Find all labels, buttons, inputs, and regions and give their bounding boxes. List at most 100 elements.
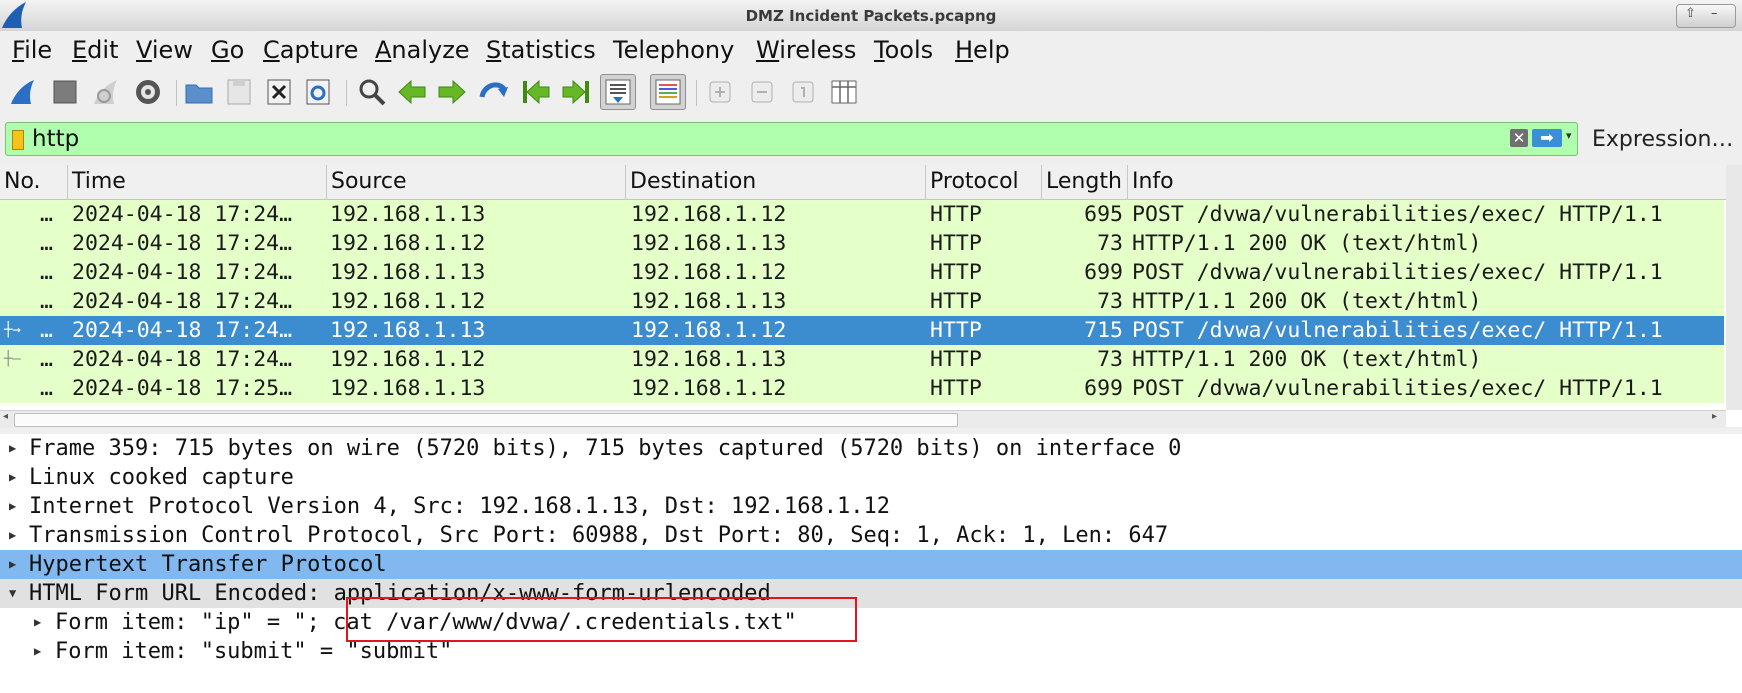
colorize-icon[interactable] — [650, 74, 686, 110]
last-packet-icon[interactable] — [558, 74, 594, 110]
column-header-length[interactable]: Length — [1042, 165, 1128, 199]
resize-columns-icon[interactable] — [826, 74, 862, 110]
collapse-arrow-icon[interactable]: ▼ — [9, 579, 16, 608]
packet-list-vertical-scrollbar[interactable] — [1726, 165, 1742, 410]
cell-source: 192.168.1.12 — [330, 231, 486, 256]
clear-filter-icon[interactable]: ✕ — [1510, 129, 1528, 147]
go-forward-icon[interactable] — [434, 74, 470, 110]
packet-row[interactable]: … 2024-04-18 17:24… 192.168.1.13 192.168.1.… — [0, 200, 1724, 229]
save-file-icon[interactable] — [221, 74, 257, 110]
normal-size-icon[interactable] — [785, 74, 821, 110]
packet-details-tree: ▶ Frame 359: 715 bytes on wire (5720 bits… — [0, 434, 1742, 693]
detail-item[interactable]: ▶ Transmission Control Protocol, Src Port… — [0, 521, 1742, 550]
cell-length: 715 — [1084, 318, 1123, 343]
menu-help[interactable]: Help — [955, 36, 1010, 64]
column-header-source[interactable]: Source — [327, 165, 626, 199]
capture-options-icon[interactable] — [130, 74, 166, 110]
request-marker-icon: ┼→ — [4, 322, 21, 338]
expand-arrow-icon[interactable]: ▶ — [9, 521, 16, 550]
first-packet-icon[interactable] — [518, 74, 554, 110]
expand-arrow-icon[interactable]: ▶ — [34, 637, 41, 666]
cell-source: 192.168.1.12 — [330, 289, 486, 314]
detail-item[interactable]: ▶ Hypertext Transfer Protocol — [0, 550, 1742, 579]
menu-statistics[interactable]: Statistics — [486, 36, 596, 64]
menu-view[interactable]: View — [136, 36, 193, 64]
auto-scroll-icon[interactable] — [600, 74, 636, 110]
packet-list-horizontal-scrollbar[interactable]: ◂ ▸ — [0, 410, 1726, 428]
open-file-icon[interactable] — [181, 74, 217, 110]
filter-text[interactable]: http — [32, 126, 79, 152]
packet-list: No. Time Source Destination Protocol Len… — [0, 165, 1742, 428]
column-header-time[interactable]: Time — [68, 165, 327, 199]
cell-protocol: HTTP — [930, 289, 982, 314]
go-back-icon[interactable] — [394, 74, 430, 110]
display-filter-input[interactable]: http ✕ ➡ ▾ — [5, 122, 1578, 156]
maximize-icon[interactable]: ⇧ — [1685, 6, 1696, 21]
cell-destination: 192.168.1.13 — [631, 289, 787, 314]
detail-subitem[interactable]: ▶ Form item: "submit" = "submit" — [0, 637, 1742, 666]
detail-item[interactable]: ▶ Internet Protocol Version 4, Src: 192.1… — [0, 492, 1742, 521]
menu-go[interactable]: Go — [211, 36, 244, 64]
menu-capture[interactable]: Capture — [263, 36, 358, 64]
packet-row[interactable]: … 2024-04-18 17:24… 192.168.1.12 192.168.1.… — [0, 345, 1724, 374]
cell-length: 73 — [1097, 289, 1123, 314]
menu-analyze[interactable]: Analyze — [375, 36, 470, 64]
detail-subitem[interactable]: ▶ Form item: "ip" = "; cat /var/www/dvwa/… — [0, 608, 1742, 637]
cell-time: 2024-04-18 17:24… — [72, 202, 293, 227]
detail-item[interactable]: ▶ Linux cooked capture — [0, 463, 1742, 492]
menu-telephony[interactable]: Telephony — [613, 36, 734, 64]
menu-edit[interactable]: Edit — [72, 36, 118, 64]
find-packet-icon[interactable] — [354, 74, 390, 110]
menu-tools[interactable]: Tools — [874, 36, 933, 64]
packet-row-selected[interactable]: … 2024-04-18 17:24… 192.168.1.13 192.168.1.… — [0, 316, 1724, 345]
column-header-destination[interactable]: Destination — [626, 165, 926, 199]
cell-protocol: HTTP — [930, 318, 982, 343]
column-header-no[interactable]: No. — [0, 165, 68, 199]
start-capture-icon[interactable] — [5, 74, 41, 110]
zoom-out-icon[interactable] — [744, 74, 780, 110]
filter-history-chevron-down-icon[interactable]: ▾ — [1566, 129, 1572, 142]
menu-file[interactable]: File — [12, 36, 52, 64]
expand-arrow-icon[interactable]: ▶ — [9, 434, 16, 463]
cell-destination: 192.168.1.12 — [631, 260, 787, 285]
cell-protocol: HTTP — [930, 376, 982, 401]
apply-filter-icon[interactable]: ➡ — [1532, 129, 1562, 147]
expand-arrow-icon[interactable]: ▶ — [9, 550, 16, 579]
cell-time: 2024-04-18 17:24… — [72, 318, 293, 343]
scrollbar-thumb[interactable] — [14, 413, 958, 427]
close-file-icon[interactable] — [261, 74, 297, 110]
cell-destination: 192.168.1.12 — [631, 376, 787, 401]
cell-no: … — [40, 260, 53, 285]
cell-no: … — [40, 318, 53, 343]
main-toolbar — [0, 70, 1742, 118]
cell-destination: 192.168.1.12 — [631, 318, 787, 343]
expand-arrow-icon[interactable]: ▶ — [9, 492, 16, 521]
window-controls[interactable]: ⇧ – — [1676, 4, 1736, 28]
packet-row[interactable]: … 2024-04-18 17:24… 192.168.1.13 192.168.1.… — [0, 258, 1724, 287]
cell-source: 192.168.1.13 — [330, 202, 486, 227]
cell-destination: 192.168.1.12 — [631, 202, 787, 227]
display-filter-bar: http ✕ ➡ ▾ Expression… — [0, 122, 1742, 160]
expand-arrow-icon[interactable]: ▶ — [9, 463, 16, 492]
filter-bookmark-icon[interactable] — [12, 130, 24, 150]
packet-row[interactable]: … 2024-04-18 17:24… 192.168.1.12 192.168.1.… — [0, 287, 1724, 316]
column-header-info[interactable]: Info — [1128, 165, 1726, 199]
detail-item[interactable]: ▶ Frame 359: 715 bytes on wire (5720 bits… — [0, 434, 1742, 463]
reload-file-icon[interactable] — [300, 74, 336, 110]
cell-no: … — [40, 376, 53, 401]
annotation-highlight-box — [346, 597, 857, 642]
stop-capture-icon[interactable] — [47, 74, 83, 110]
packet-row[interactable]: … 2024-04-18 17:24… 192.168.1.12 192.168.1.… — [0, 229, 1724, 258]
expand-arrow-icon[interactable]: ▶ — [34, 608, 41, 637]
menu-wireless[interactable]: Wireless — [756, 36, 856, 64]
cell-protocol: HTTP — [930, 347, 982, 372]
packet-row[interactable]: … 2024-04-18 17:25… 192.168.1.13 192.168.1.… — [0, 374, 1724, 403]
expression-button[interactable]: Expression… — [1592, 127, 1733, 152]
minimize-icon[interactable]: – — [1711, 6, 1718, 21]
go-to-packet-icon[interactable] — [476, 74, 512, 110]
detail-item[interactable]: ▼ HTML Form URL Encoded: application/x-ww… — [0, 579, 1742, 608]
zoom-in-icon[interactable] — [702, 74, 738, 110]
cell-length: 699 — [1084, 260, 1123, 285]
restart-capture-icon[interactable] — [88, 74, 124, 110]
column-header-protocol[interactable]: Protocol — [926, 165, 1042, 199]
